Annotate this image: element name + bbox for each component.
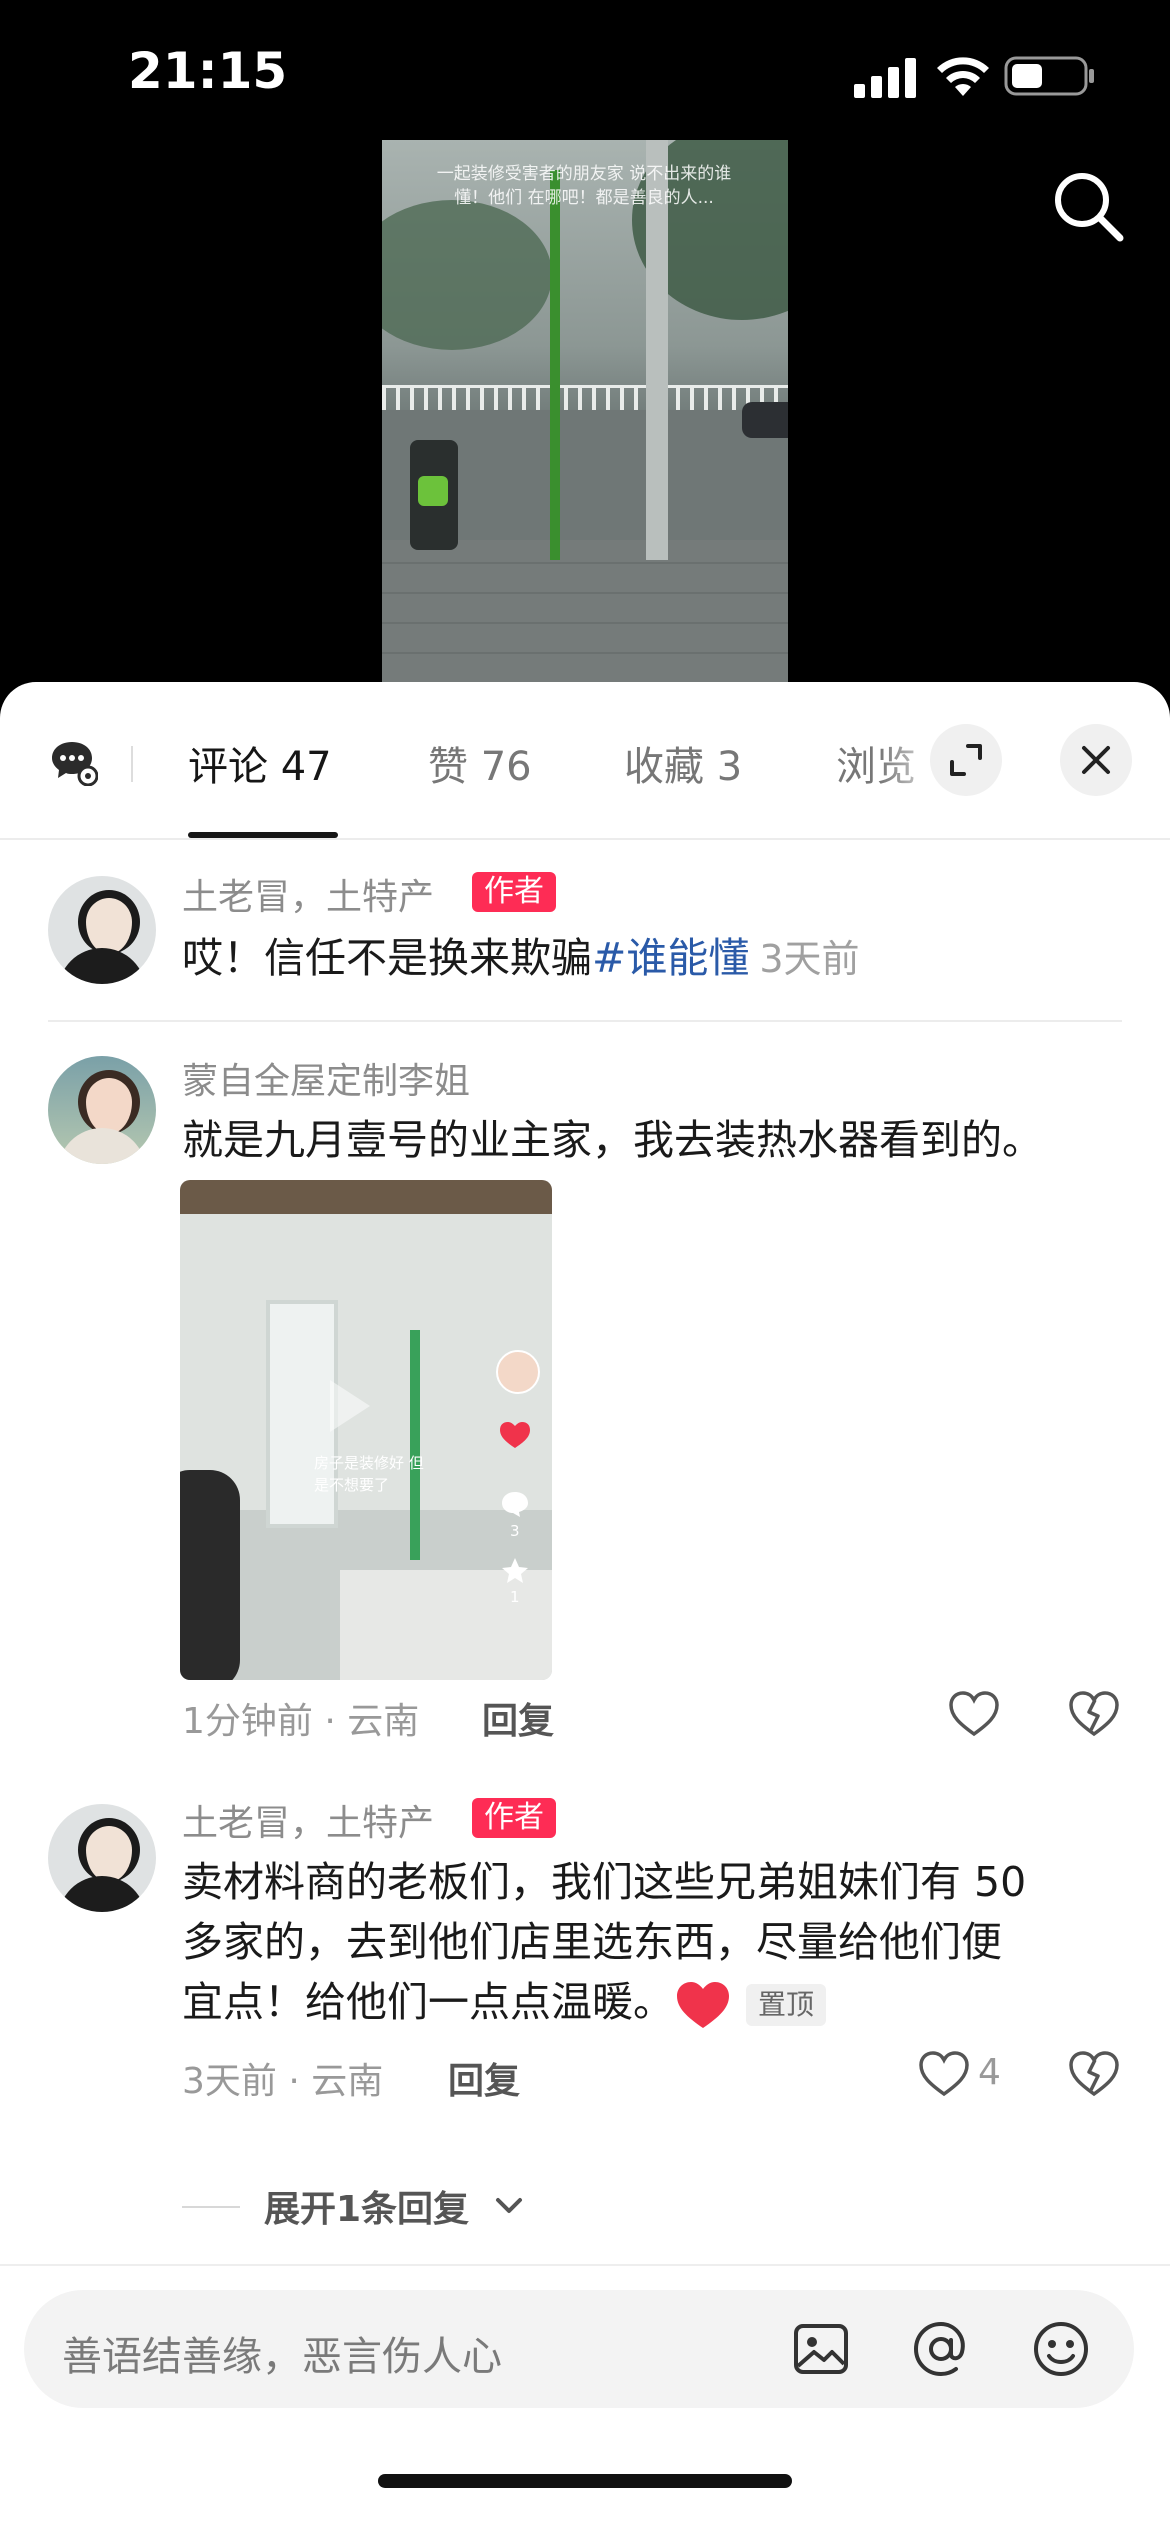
reply-button[interactable]: 回复 <box>448 2052 520 2104</box>
play-icon <box>330 1380 370 1432</box>
comment-image-pipe <box>410 1330 420 1560</box>
author-badge: 作者 <box>472 1798 556 1838</box>
star-icon <box>502 1558 528 1583</box>
comment-username[interactable]: 土老冒，土特产 <box>182 1794 434 1846</box>
video-scene-scooter <box>410 440 458 550</box>
video-scene-pavement <box>382 540 788 682</box>
search-icon[interactable] <box>1048 166 1128 246</box>
tab-likes-label: 赞 <box>428 744 468 790</box>
expand-line <box>182 2206 240 2208</box>
comment-separator <box>48 1020 1122 1022</box>
comment-meta: 1分钟前 · 云南 <box>182 1701 420 1742</box>
comment-body: 哎！信任不是换来欺骗 <box>182 934 592 982</box>
cellular-signal-icon <box>854 58 916 98</box>
expand-button[interactable] <box>930 724 1002 796</box>
reply-button[interactable]: 回复 <box>482 1692 554 1744</box>
comment-image[interactable]: 房子是装修好 但是不想要了 3 1 <box>180 1180 552 1680</box>
image-icon[interactable] <box>790 2318 852 2380</box>
status-bar: 21:15 <box>0 0 1170 150</box>
tab-bar: 评论 47 赞 76 收藏 3 浏览 <box>0 682 1170 840</box>
tab-likes[interactable]: 赞 76 <box>428 734 532 792</box>
video-preview[interactable]: 一起装修受害者的朋友家 说不出来的谁懂！他们 在哪吧！都是善良的人... <box>382 140 788 682</box>
battery-icon <box>1004 56 1094 96</box>
avatar[interactable] <box>48 1056 156 1164</box>
video-scene-pole <box>550 170 560 560</box>
expand-icon <box>950 744 982 776</box>
like-icon[interactable] <box>948 1690 1000 1738</box>
author-badge: 作者 <box>472 872 556 912</box>
chat-settings-icon[interactable] <box>50 738 98 786</box>
video-scene-car <box>742 402 788 438</box>
comment-username[interactable]: 蒙自全屋定制李姐 <box>182 1052 470 1104</box>
comment-image-star-count: 1 <box>510 1588 520 1606</box>
hashtag-link[interactable]: #谁能懂 <box>592 934 749 982</box>
tab-comments[interactable]: 评论 47 <box>188 734 332 792</box>
tab-divider <box>131 746 133 782</box>
comment-image-counter <box>340 1570 552 1680</box>
comment-input-placeholder: 善语结善缘，恶言伤人心 <box>62 2334 502 2380</box>
avatar[interactable] <box>48 876 156 984</box>
comment-username[interactable]: 土老冒，土特产 <box>182 868 434 920</box>
avatar[interactable] <box>48 1804 156 1912</box>
comment-sheet: 评论 47 赞 76 收藏 3 浏览 土老冒，土特产 作者 哎！信任不是换来欺骗… <box>0 682 1170 2534</box>
tab-likes-count: 76 <box>480 744 532 790</box>
comment-text: 就是九月壹号的业主家，我去装热水器看到的。 <box>182 1116 1043 1164</box>
comment-time: 3天前 <box>759 937 860 981</box>
tab-comments-label: 评论 <box>188 744 268 790</box>
comment-input[interactable]: 善语结善缘，恶言伤人心 <box>24 2290 1134 2408</box>
mention-icon[interactable] <box>910 2318 972 2380</box>
tab-favorites-count: 3 <box>716 744 743 790</box>
dislike-icon[interactable] <box>1068 2050 1120 2098</box>
home-indicator[interactable] <box>378 2474 792 2488</box>
emoji-icon[interactable] <box>1030 2318 1092 2380</box>
expand-replies-label: 展开1条回复 <box>264 2189 470 2230</box>
comment-line-last: 宜点！给他们一点点温暖。 置顶 <box>182 1972 1026 2032</box>
like-count: 4 <box>978 2052 1001 2093</box>
comment-image-caption: 房子是装修好 但是不想要了 <box>314 1454 424 1494</box>
tab-favorites[interactable]: 收藏 3 <box>624 734 742 792</box>
video-scene-fence <box>382 385 788 410</box>
comment-line: 多家的，去到他们店里选东西，尽量给他们便 <box>182 1918 1002 1966</box>
comment-text: 卖材料商的老板们，我们这些兄弟姐妹们有 50 多家的，去到他们店里选东西，尽量给… <box>182 1852 1026 2032</box>
chevron-down-icon <box>496 2198 522 2213</box>
comment-line: 卖材料商的老板们，我们这些兄弟姐妹们有 50 <box>182 1858 1027 1906</box>
heart-icon <box>500 1422 530 1448</box>
pinned-badge: 置顶 <box>746 1984 827 2026</box>
red-heart-emoji-icon <box>677 1982 729 2028</box>
comment-image-avatar <box>496 1350 540 1394</box>
tab-favorites-label: 收藏 <box>624 744 704 790</box>
comment-meta: 3天前 · 云南 <box>182 2061 384 2102</box>
comment-image-comment-count: 3 <box>510 1522 520 1540</box>
comment-line-text: 宜点！给他们一点点温暖。 <box>182 1978 674 2026</box>
close-button[interactable] <box>1060 724 1132 796</box>
active-tab-indicator <box>188 832 338 838</box>
tab-comments-count: 47 <box>280 744 332 790</box>
video-scene-tree <box>382 200 552 350</box>
close-icon <box>1082 746 1110 774</box>
status-time: 21:15 <box>128 42 288 100</box>
comment-input-bar: 善语结善缘，恶言伤人心 <box>0 2264 1170 2534</box>
comment-text: 哎！信任不是换来欺骗#谁能懂 3天前 <box>182 928 860 989</box>
comment-image-person <box>180 1470 240 1680</box>
dislike-icon[interactable] <box>1068 1690 1120 1738</box>
comment-bubble-icon <box>502 1492 528 1517</box>
wifi-icon <box>937 57 989 96</box>
like-icon[interactable] <box>918 2050 970 2098</box>
video-caption: 一起装修受害者的朋友家 说不出来的谁懂！他们 在哪吧！都是善良的人... <box>436 164 732 208</box>
